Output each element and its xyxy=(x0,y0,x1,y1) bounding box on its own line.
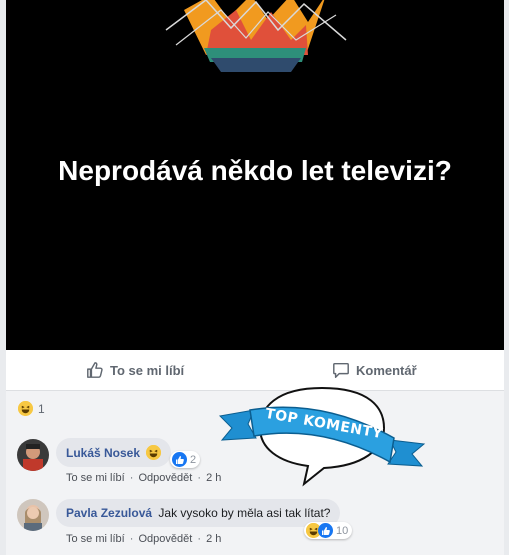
speech-bubble-icon xyxy=(218,386,426,487)
avatar[interactable] xyxy=(17,499,49,531)
crown-graphic xyxy=(165,0,347,72)
comment-reactions[interactable]: 10 xyxy=(304,522,353,539)
comment-text: Jak vysoko by měla asi tak lítat? xyxy=(158,506,331,520)
top-comments-badge: TOP KOMENTY xyxy=(212,380,432,490)
comment-reply-link[interactable]: Odpovědět xyxy=(138,533,192,545)
thumbs-up-icon xyxy=(87,362,103,378)
separator: · xyxy=(197,472,202,484)
comment-author[interactable]: Pavla Zezulová xyxy=(66,506,152,520)
comment-bubble: Pavla Zezulová Jak vysoko by měla asi ta… xyxy=(56,499,341,527)
comment-author[interactable]: Lukáš Nosek xyxy=(66,446,140,460)
comment-bubble: Lukáš Nosek xyxy=(56,438,172,467)
comment-icon xyxy=(333,362,349,378)
like-button[interactable]: To se mi líbí xyxy=(86,350,184,390)
comment-like-link[interactable]: To se mi líbí xyxy=(66,472,125,484)
post-text: Neprodává někdo let televizi? xyxy=(58,155,452,186)
separator: · xyxy=(129,533,134,545)
like-button-label: To se mi líbí xyxy=(110,362,185,378)
comment-reaction-count: 2 xyxy=(190,453,197,466)
comment-meta: To se mi líbí · Odpovědět · 2 h xyxy=(66,472,223,484)
separator: · xyxy=(197,533,202,545)
post-image[interactable]: Neprodává někdo let televizi? xyxy=(6,0,504,350)
avatar[interactable] xyxy=(17,439,49,471)
comment-reactions[interactable]: 2 xyxy=(170,451,201,468)
like-icon xyxy=(318,523,333,538)
reaction-count: 1 xyxy=(38,401,45,416)
comment-reaction-count: 10 xyxy=(336,524,349,537)
reaction-summary[interactable]: 1 xyxy=(18,401,45,416)
separator: · xyxy=(129,472,134,484)
haha-icon xyxy=(18,401,33,416)
comment-time[interactable]: 2 h xyxy=(206,533,221,545)
comment-like-link[interactable]: To se mi líbí xyxy=(66,533,125,545)
like-icon xyxy=(172,452,187,467)
comment-button-label: Komentář xyxy=(356,362,417,378)
comment-meta: To se mi líbí · Odpovědět · 2 h xyxy=(66,533,223,545)
haha-icon xyxy=(146,445,162,460)
comment-reply-link[interactable]: Odpovědět xyxy=(138,472,192,484)
